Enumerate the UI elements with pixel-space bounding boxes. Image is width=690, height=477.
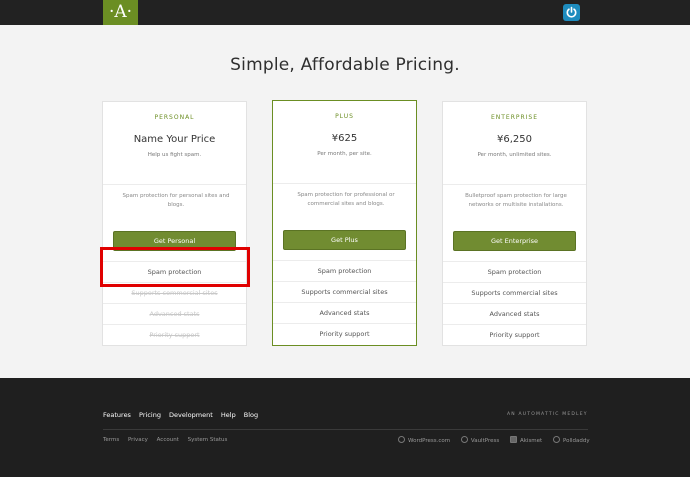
plan-price: Name Your Price [133, 134, 216, 145]
akismet-icon [509, 436, 517, 443]
plan-card-plus: PLUS ¥625 Per month, per site. Spam prot… [272, 100, 417, 346]
footer-link-system-status[interactable]: System Status [188, 437, 228, 443]
feature-advanced-stats: Advanced stats [443, 303, 586, 324]
akismet-logo[interactable]: ·A· [103, 0, 138, 25]
plan-card-personal: PERSONAL Name Your Price Help us fight s… [102, 101, 247, 346]
get-enterprise-button[interactable]: Get Enterprise [453, 231, 576, 251]
plan-price-sub: Help us fight spam. [147, 152, 202, 158]
automattic-tagline[interactable]: AN AUTOMATTIC MEDLEY [507, 412, 588, 417]
partner-label: Akismet [519, 438, 543, 444]
footer-link-privacy[interactable]: Privacy [128, 437, 148, 443]
plan-card-enterprise: ENTERPRISE ¥6,250 Per month, unlimited s… [442, 101, 587, 346]
footer-nav: Features Pricing Development Help Blog [103, 411, 264, 419]
footer-subnav: Terms Privacy Account System Status [103, 437, 234, 443]
feature-spam-protection: Spam protection [273, 260, 416, 281]
top-bar: ·A· [0, 0, 690, 25]
plan-tier: PLUS [335, 113, 354, 120]
pricing-section: Simple, Affordable Pricing. PERSONAL Nam… [0, 25, 690, 378]
feature-advanced-stats: Advanced stats [273, 302, 416, 323]
plan-tier: ENTERPRISE [490, 114, 539, 121]
partner-label: VaultPress [470, 438, 500, 444]
plan-price: ¥6,250 [497, 134, 532, 145]
plan-description: Bulletproof spam protection for large ne… [465, 193, 567, 208]
footer: Features Pricing Development Help Blog A… [0, 378, 690, 477]
feature-priority-support: Priority support [273, 323, 416, 344]
feature-list: Spam protection Supports commercial site… [443, 261, 586, 345]
polldaddy-icon [552, 436, 560, 443]
plan-tier: PERSONAL [154, 114, 195, 121]
footer-link-blog[interactable]: Blog [244, 411, 258, 419]
footer-link-development[interactable]: Development [169, 411, 213, 419]
footer-link-help[interactable]: Help [221, 411, 236, 419]
footer-link-pricing[interactable]: Pricing [139, 411, 161, 419]
plan-price-sub: Per month, per site. [317, 151, 372, 157]
partner-wordpress[interactable]: WordPress.com [398, 436, 451, 444]
feature-list: Spam protection Supports commercial site… [273, 260, 416, 344]
footer-link-terms[interactable]: Terms [103, 437, 119, 443]
footer-link-account[interactable]: Account [157, 437, 179, 443]
page-title: Simple, Affordable Pricing. [230, 55, 460, 75]
partner-label: WordPress.com [408, 438, 451, 444]
partner-label: Polldaddy [562, 438, 590, 444]
plan-description: Spam protection for professional or comm… [297, 192, 395, 207]
plan-description: Spam protection for personal sites and b… [122, 193, 230, 208]
feature-spam-protection: Spam protection [443, 261, 586, 282]
partner-vaultpress[interactable]: VaultPress [460, 436, 500, 444]
feature-commercial-sites: Supports commercial sites [273, 281, 416, 302]
vaultpress-icon [460, 436, 468, 443]
footer-divider [103, 429, 588, 430]
divider [273, 183, 416, 184]
partner-polldaddy[interactable]: Polldaddy [552, 436, 590, 444]
feature-advanced-stats: Advanced stats [103, 303, 246, 324]
highlight-box [100, 247, 250, 287]
feature-priority-support: Priority support [103, 324, 246, 345]
plan-price-sub: Per month, unlimited sites. [477, 152, 552, 158]
wordpress-icon [398, 436, 405, 443]
partner-akismet[interactable]: Akismet [509, 436, 543, 444]
divider [443, 184, 586, 185]
partner-links: WordPress.com VaultPress Akismet Polldad… [398, 436, 599, 444]
divider [103, 184, 246, 185]
power-icon[interactable] [563, 4, 580, 21]
plan-price: ¥625 [331, 133, 358, 144]
feature-priority-support: Priority support [443, 324, 586, 345]
get-plus-button[interactable]: Get Plus [283, 230, 406, 250]
footer-link-features[interactable]: Features [103, 411, 131, 419]
feature-commercial-sites: Supports commercial sites [443, 282, 586, 303]
